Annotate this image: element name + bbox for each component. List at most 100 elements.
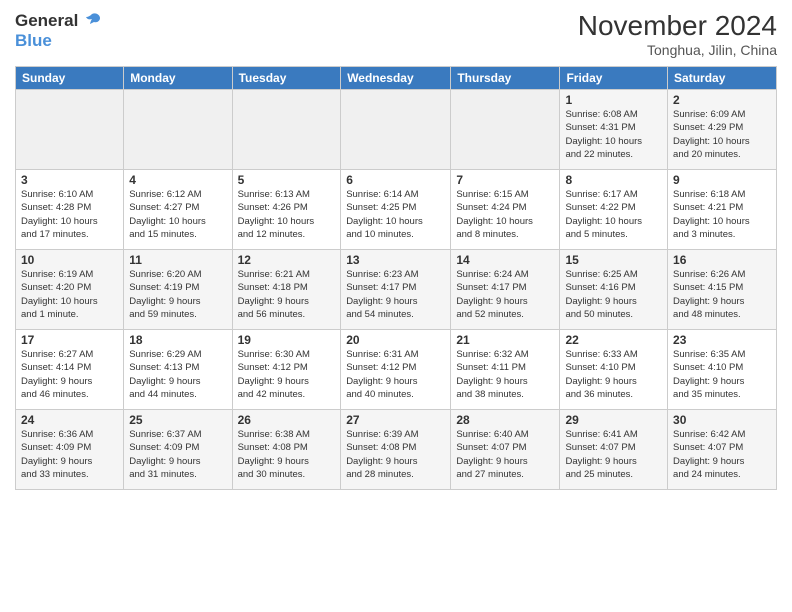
day-info: Sunrise: 6:19 AM Sunset: 4:20 PM Dayligh… (21, 268, 118, 321)
day-info: Sunrise: 6:41 AM Sunset: 4:07 PM Dayligh… (565, 428, 662, 481)
location: Tonghua, Jilin, China (578, 42, 777, 58)
day-number: 27 (346, 413, 445, 427)
calendar-cell: 30Sunrise: 6:42 AM Sunset: 4:07 PM Dayli… (668, 410, 777, 490)
day-number: 23 (673, 333, 771, 347)
col-saturday: Saturday (668, 67, 777, 90)
day-number: 2 (673, 93, 771, 107)
day-number: 19 (238, 333, 336, 347)
day-info: Sunrise: 6:40 AM Sunset: 4:07 PM Dayligh… (456, 428, 554, 481)
calendar-cell: 23Sunrise: 6:35 AM Sunset: 4:10 PM Dayli… (668, 330, 777, 410)
logo-text-general: General (15, 12, 78, 31)
day-info: Sunrise: 6:29 AM Sunset: 4:13 PM Dayligh… (129, 348, 226, 401)
calendar-cell: 17Sunrise: 6:27 AM Sunset: 4:14 PM Dayli… (16, 330, 124, 410)
day-info: Sunrise: 6:37 AM Sunset: 4:09 PM Dayligh… (129, 428, 226, 481)
calendar-cell: 27Sunrise: 6:39 AM Sunset: 4:08 PM Dayli… (341, 410, 451, 490)
calendar-cell: 4Sunrise: 6:12 AM Sunset: 4:27 PM Daylig… (124, 170, 232, 250)
day-number: 21 (456, 333, 554, 347)
day-number: 6 (346, 173, 445, 187)
day-info: Sunrise: 6:08 AM Sunset: 4:31 PM Dayligh… (565, 108, 662, 161)
day-number: 10 (21, 253, 118, 267)
month-title: November 2024 (578, 10, 777, 42)
day-info: Sunrise: 6:23 AM Sunset: 4:17 PM Dayligh… (346, 268, 445, 321)
day-number: 11 (129, 253, 226, 267)
calendar: Sunday Monday Tuesday Wednesday Thursday… (15, 66, 777, 490)
day-number: 22 (565, 333, 662, 347)
calendar-week-3: 17Sunrise: 6:27 AM Sunset: 4:14 PM Dayli… (16, 330, 777, 410)
calendar-cell: 11Sunrise: 6:20 AM Sunset: 4:19 PM Dayli… (124, 250, 232, 330)
day-info: Sunrise: 6:38 AM Sunset: 4:08 PM Dayligh… (238, 428, 336, 481)
day-number: 4 (129, 173, 226, 187)
calendar-cell: 6Sunrise: 6:14 AM Sunset: 4:25 PM Daylig… (341, 170, 451, 250)
calendar-cell: 13Sunrise: 6:23 AM Sunset: 4:17 PM Dayli… (341, 250, 451, 330)
day-info: Sunrise: 6:26 AM Sunset: 4:15 PM Dayligh… (673, 268, 771, 321)
day-info: Sunrise: 6:14 AM Sunset: 4:25 PM Dayligh… (346, 188, 445, 241)
calendar-cell: 29Sunrise: 6:41 AM Sunset: 4:07 PM Dayli… (560, 410, 668, 490)
calendar-header-row: Sunday Monday Tuesday Wednesday Thursday… (16, 67, 777, 90)
calendar-cell (451, 90, 560, 170)
calendar-cell: 1Sunrise: 6:08 AM Sunset: 4:31 PM Daylig… (560, 90, 668, 170)
calendar-cell: 5Sunrise: 6:13 AM Sunset: 4:26 PM Daylig… (232, 170, 341, 250)
calendar-cell: 28Sunrise: 6:40 AM Sunset: 4:07 PM Dayli… (451, 410, 560, 490)
calendar-cell: 8Sunrise: 6:17 AM Sunset: 4:22 PM Daylig… (560, 170, 668, 250)
day-number: 26 (238, 413, 336, 427)
day-number: 18 (129, 333, 226, 347)
day-info: Sunrise: 6:20 AM Sunset: 4:19 PM Dayligh… (129, 268, 226, 321)
day-number: 13 (346, 253, 445, 267)
day-number: 28 (456, 413, 554, 427)
day-number: 15 (565, 253, 662, 267)
day-info: Sunrise: 6:33 AM Sunset: 4:10 PM Dayligh… (565, 348, 662, 401)
calendar-week-2: 10Sunrise: 6:19 AM Sunset: 4:20 PM Dayli… (16, 250, 777, 330)
day-info: Sunrise: 6:17 AM Sunset: 4:22 PM Dayligh… (565, 188, 662, 241)
day-info: Sunrise: 6:30 AM Sunset: 4:12 PM Dayligh… (238, 348, 336, 401)
calendar-week-4: 24Sunrise: 6:36 AM Sunset: 4:09 PM Dayli… (16, 410, 777, 490)
title-area: November 2024 Tonghua, Jilin, China (578, 10, 777, 58)
col-wednesday: Wednesday (341, 67, 451, 90)
calendar-cell (341, 90, 451, 170)
day-info: Sunrise: 6:27 AM Sunset: 4:14 PM Dayligh… (21, 348, 118, 401)
col-friday: Friday (560, 67, 668, 90)
day-number: 30 (673, 413, 771, 427)
calendar-cell: 10Sunrise: 6:19 AM Sunset: 4:20 PM Dayli… (16, 250, 124, 330)
day-info: Sunrise: 6:13 AM Sunset: 4:26 PM Dayligh… (238, 188, 336, 241)
calendar-cell: 16Sunrise: 6:26 AM Sunset: 4:15 PM Dayli… (668, 250, 777, 330)
calendar-cell: 7Sunrise: 6:15 AM Sunset: 4:24 PM Daylig… (451, 170, 560, 250)
calendar-cell (16, 90, 124, 170)
calendar-week-1: 3Sunrise: 6:10 AM Sunset: 4:28 PM Daylig… (16, 170, 777, 250)
calendar-week-0: 1Sunrise: 6:08 AM Sunset: 4:31 PM Daylig… (16, 90, 777, 170)
day-info: Sunrise: 6:15 AM Sunset: 4:24 PM Dayligh… (456, 188, 554, 241)
logo-bird-icon (80, 10, 102, 32)
day-info: Sunrise: 6:35 AM Sunset: 4:10 PM Dayligh… (673, 348, 771, 401)
day-number: 9 (673, 173, 771, 187)
day-number: 14 (456, 253, 554, 267)
calendar-cell: 24Sunrise: 6:36 AM Sunset: 4:09 PM Dayli… (16, 410, 124, 490)
day-number: 3 (21, 173, 118, 187)
calendar-cell: 18Sunrise: 6:29 AM Sunset: 4:13 PM Dayli… (124, 330, 232, 410)
day-info: Sunrise: 6:21 AM Sunset: 4:18 PM Dayligh… (238, 268, 336, 321)
day-number: 7 (456, 173, 554, 187)
day-number: 1 (565, 93, 662, 107)
day-info: Sunrise: 6:39 AM Sunset: 4:08 PM Dayligh… (346, 428, 445, 481)
calendar-cell: 19Sunrise: 6:30 AM Sunset: 4:12 PM Dayli… (232, 330, 341, 410)
calendar-cell: 21Sunrise: 6:32 AM Sunset: 4:11 PM Dayli… (451, 330, 560, 410)
day-info: Sunrise: 6:12 AM Sunset: 4:27 PM Dayligh… (129, 188, 226, 241)
calendar-cell: 2Sunrise: 6:09 AM Sunset: 4:29 PM Daylig… (668, 90, 777, 170)
day-info: Sunrise: 6:42 AM Sunset: 4:07 PM Dayligh… (673, 428, 771, 481)
day-info: Sunrise: 6:10 AM Sunset: 4:28 PM Dayligh… (21, 188, 118, 241)
header: General Blue November 2024 Tonghua, Jili… (15, 10, 777, 58)
day-number: 20 (346, 333, 445, 347)
calendar-cell (124, 90, 232, 170)
calendar-cell: 15Sunrise: 6:25 AM Sunset: 4:16 PM Dayli… (560, 250, 668, 330)
day-number: 5 (238, 173, 336, 187)
day-info: Sunrise: 6:18 AM Sunset: 4:21 PM Dayligh… (673, 188, 771, 241)
calendar-cell: 3Sunrise: 6:10 AM Sunset: 4:28 PM Daylig… (16, 170, 124, 250)
calendar-cell (232, 90, 341, 170)
col-thursday: Thursday (451, 67, 560, 90)
day-number: 12 (238, 253, 336, 267)
day-info: Sunrise: 6:09 AM Sunset: 4:29 PM Dayligh… (673, 108, 771, 161)
calendar-cell: 20Sunrise: 6:31 AM Sunset: 4:12 PM Dayli… (341, 330, 451, 410)
col-tuesday: Tuesday (232, 67, 341, 90)
calendar-cell: 25Sunrise: 6:37 AM Sunset: 4:09 PM Dayli… (124, 410, 232, 490)
calendar-cell: 12Sunrise: 6:21 AM Sunset: 4:18 PM Dayli… (232, 250, 341, 330)
day-number: 25 (129, 413, 226, 427)
day-info: Sunrise: 6:31 AM Sunset: 4:12 PM Dayligh… (346, 348, 445, 401)
